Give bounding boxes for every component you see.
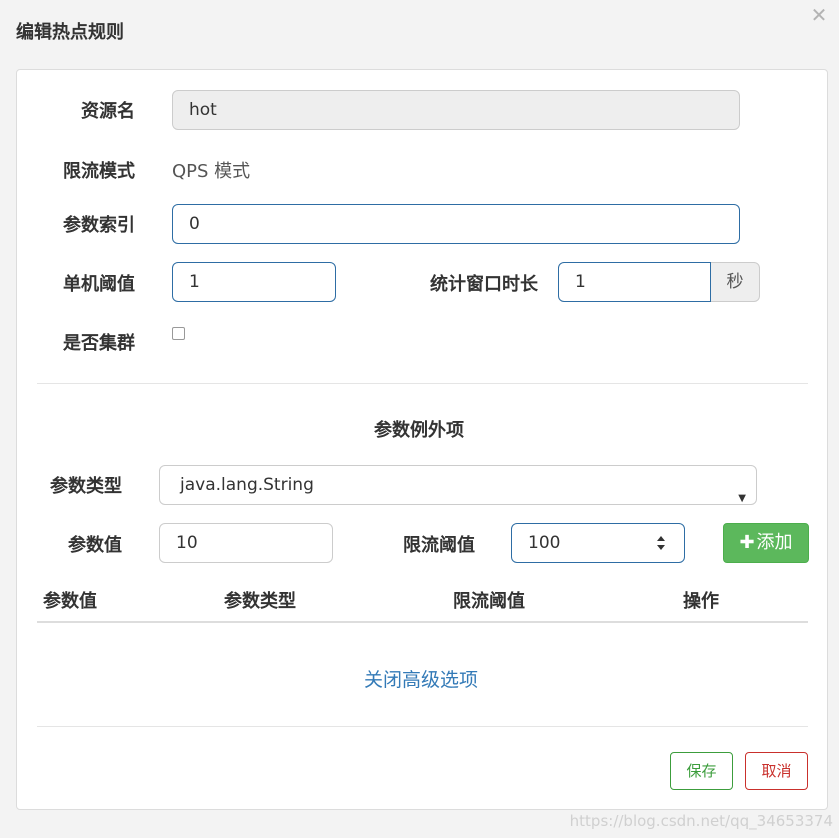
dialog-panel: 资源名 hot 限流模式 QPS 模式 参数索引 0 单机阈值 1 统计窗口时长…	[16, 69, 828, 810]
close-advanced-link[interactable]: 关闭高级选项	[364, 668, 478, 692]
param-type-selected: java.lang.String	[180, 475, 314, 495]
limit-threshold-label: 限流阈值	[403, 535, 475, 556]
param-index-label: 参数索引	[63, 215, 135, 236]
threshold-label: 单机阈值	[63, 274, 135, 295]
table-header-limit-threshold: 限流阈值	[453, 591, 525, 612]
add-button[interactable]: ✚ 添加	[723, 523, 809, 563]
divider-top	[37, 383, 808, 384]
add-button-label: 添加	[756, 532, 793, 553]
cancel-button[interactable]: 取消	[745, 752, 808, 790]
limit-threshold-input[interactable]: 100	[511, 523, 685, 563]
param-index-input[interactable]: 0	[172, 204, 740, 244]
caret-down-icon: ▼	[738, 493, 746, 504]
param-type-label: 参数类型	[50, 476, 122, 497]
watermark: https://blog.csdn.net/qq_34653374	[569, 812, 833, 830]
spinner-arrows-icon[interactable]	[656, 533, 666, 553]
divider-bottom	[37, 726, 808, 727]
close-icon[interactable]: ✕	[809, 4, 829, 26]
window-input[interactable]: 1	[558, 262, 711, 302]
table-header-param-value: 参数值	[43, 591, 97, 612]
resource-label: 资源名	[81, 101, 135, 122]
cluster-checkbox[interactable]	[172, 327, 185, 340]
param-value-input[interactable]: 10	[159, 523, 333, 563]
dialog-title: 编辑热点规则	[16, 22, 124, 43]
mode-value: QPS 模式	[172, 161, 251, 182]
cluster-label: 是否集群	[63, 333, 135, 354]
mode-label: 限流模式	[63, 161, 135, 182]
plus-icon: ✚	[739, 532, 755, 553]
window-unit-addon: 秒	[711, 262, 760, 302]
table-header-param-type: 参数类型	[224, 591, 296, 612]
exceptions-section-title: 参数例外项	[374, 420, 464, 441]
resource-input[interactable]: hot	[172, 90, 740, 130]
threshold-input[interactable]: 1	[172, 262, 336, 302]
save-button[interactable]: 保存	[670, 752, 733, 790]
limit-threshold-value: 100	[528, 533, 561, 553]
window-label: 统计窗口时长	[430, 274, 538, 295]
table-header-divider	[37, 621, 808, 623]
param-value-label: 参数值	[68, 535, 122, 556]
table-header-actions: 操作	[683, 591, 719, 612]
param-type-select[interactable]: java.lang.String ▼	[159, 465, 757, 505]
